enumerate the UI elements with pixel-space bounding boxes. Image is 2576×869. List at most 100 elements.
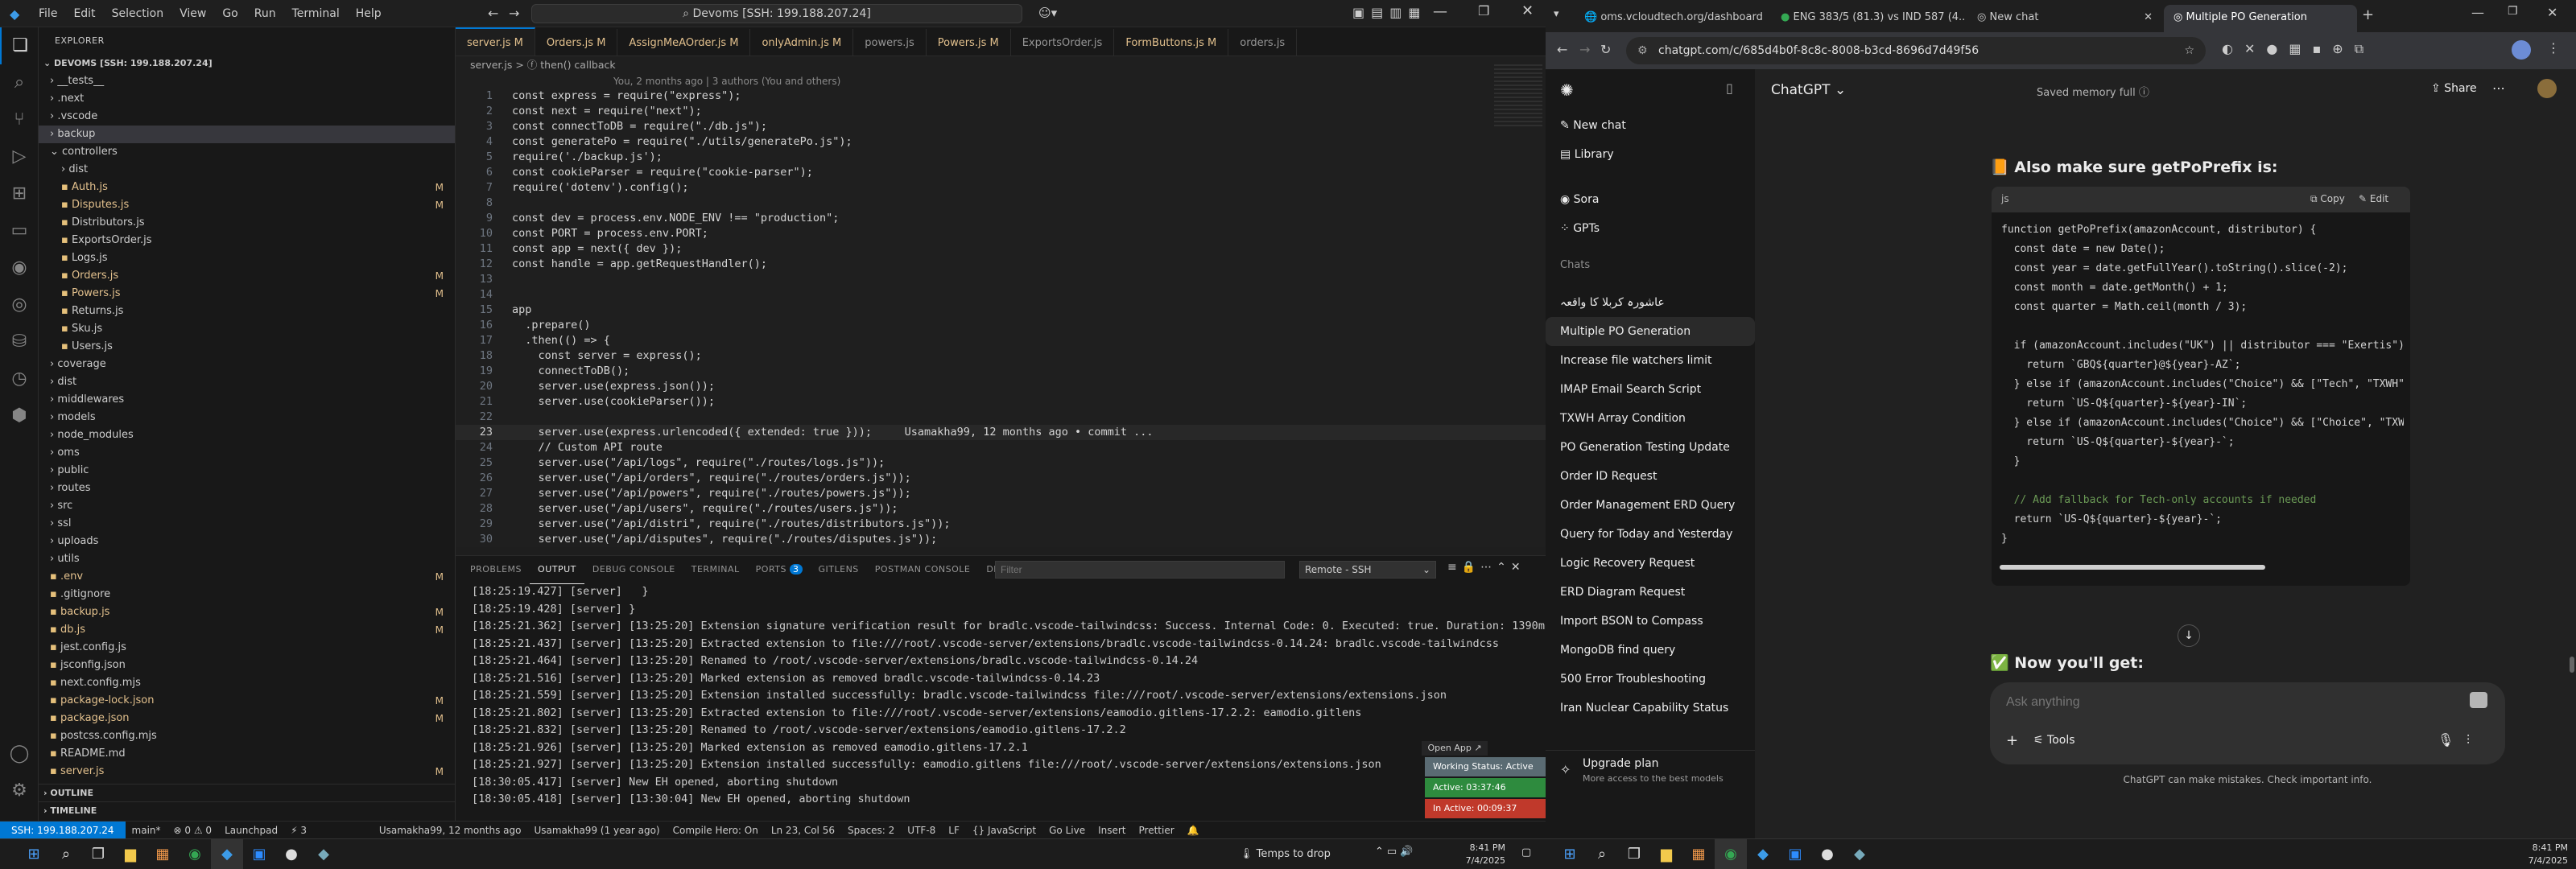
tray-icons[interactable]: ⌃▭🔊 [1375, 846, 1416, 858]
file-explorer-icon[interactable]: ▆ [114, 839, 147, 869]
problems-count[interactable]: ⊗ 0 ⚠ 0 [167, 822, 219, 838]
close-tab-icon[interactable]: ✕ [2144, 5, 2153, 31]
outline-section[interactable]: › OUTLINE [39, 784, 456, 801]
bookmark-star-icon[interactable]: ☆ [2184, 37, 2194, 64]
voice-mode-icon[interactable]: ⫶ [2467, 732, 2470, 748]
tree-item[interactable]: › coverage [39, 356, 455, 373]
chat-history-item[interactable]: Import BSON to Compass [1546, 607, 1755, 636]
upgrade-plan[interactable]: ✧ Upgrade plan More access to the best m… [1546, 750, 1755, 792]
tree-item[interactable]: ▪ server.js M [39, 763, 455, 780]
prompt-input[interactable] [2006, 692, 2425, 713]
tree-item[interactable]: ▪ Distributors.js [39, 214, 455, 232]
maximize-icon[interactable]: ❐ [2508, 5, 2518, 18]
clock[interactable]: 8:41 PM 7/4/2025 [1457, 842, 1505, 867]
zoom-icon[interactable]: ▣ [243, 839, 275, 869]
tab-gitlens[interactable]: GITLENS [811, 556, 867, 583]
copilot-icon[interactable]: ☺▾ [1038, 6, 1057, 20]
menu-edit[interactable]: Edit [65, 0, 103, 27]
model-selector[interactable]: ChatGPT ⌄ [1771, 82, 1846, 98]
tree-item[interactable]: ▪ Sku.js [39, 320, 455, 338]
extensions-icon[interactable]: ⊞ [0, 175, 39, 212]
menu-run[interactable]: Run [246, 0, 284, 27]
root-folder[interactable]: ⌄ DEVOMS [SSH: 199.188.207.24] [39, 55, 455, 72]
remote-indicator[interactable]: SSH: 199.188.207.24 [0, 822, 126, 838]
timeline-section[interactable]: › TIMELINE [39, 801, 456, 819]
panel-actions-icons[interactable]: ≡🔒⋯⌃✕ [1447, 561, 1525, 574]
tree-item[interactable]: ▪ Powers.js M [39, 285, 455, 303]
tab-problems[interactable]: PROBLEMS [462, 556, 530, 583]
vscode-taskbar-icon[interactable]: ◆ [211, 839, 243, 869]
vscode-taskbar-icon[interactable]: ◆ [1747, 839, 1779, 869]
minimize-icon[interactable]: — [2471, 5, 2484, 20]
windows-start-icon[interactable]: ⊞ [1554, 839, 1586, 869]
menu-selection[interactable]: Selection [104, 0, 172, 27]
ports-status[interactable]: ⚡ 3 [284, 822, 313, 838]
app-icon[interactable]: ● [1811, 839, 1843, 869]
forward-arrow-icon[interactable]: → [509, 6, 519, 21]
docker-icon[interactable]: ⬢ [0, 397, 39, 434]
windows-start-icon[interactable]: ⊞ [18, 839, 50, 869]
edit-button[interactable]: ✎ Edit [2359, 193, 2388, 204]
close-icon[interactable]: ✕ [1521, 2, 1534, 19]
layout-icons[interactable]: ▣▤▥▦ [1352, 5, 1426, 20]
sidebar-item-library[interactable]: ▤ Library [1546, 140, 1755, 169]
sidebar-item-gpts[interactable]: ⁘ GPTs [1546, 214, 1755, 243]
tree-item[interactable]: ▪ ExportsOrder.js [39, 232, 455, 249]
tree-item[interactable]: ▪ Returns.js [39, 303, 455, 320]
sidebar-toggle-icon[interactable]: ▯ [1726, 80, 1733, 96]
chrome-tab-cricket[interactable]: ● ENG 383/5 (81.3) vs IND 587 (4... [1771, 5, 1964, 32]
git-branch[interactable]: main* [126, 822, 167, 838]
breadcrumb[interactable]: server.js > ⓕ then() callback [456, 56, 1546, 74]
tree-item[interactable]: ▪ Orders.js M [39, 267, 455, 285]
store-icon[interactable]: ▦ [147, 839, 179, 869]
notifications-icon[interactable]: ▢ [1521, 846, 1531, 859]
remote-explorer-icon[interactable]: ▭ [0, 212, 39, 249]
menu-view[interactable]: View [171, 0, 214, 27]
tab-orders-js-2[interactable]: orders.js [1228, 29, 1298, 56]
tab-debug-console[interactable]: DEBUG CONSOLE [584, 556, 683, 583]
tree-item[interactable]: › utils [39, 550, 455, 568]
clock[interactable]: 8:41 PM 7/4/2025 [2512, 842, 2568, 867]
scroll-down-icon[interactable]: ↓ [2178, 624, 2200, 647]
user-avatar[interactable] [2537, 79, 2557, 98]
tab-orders-js[interactable]: Orders.js M [535, 29, 618, 56]
search-icon[interactable]: ⌕ [0, 64, 39, 101]
chat-history-item[interactable]: 500 Error Troubleshooting [1546, 665, 1755, 694]
tab-terminal[interactable]: TERMINAL [683, 556, 748, 583]
tab-ports[interactable]: PORTS 3 [748, 556, 811, 583]
search-icon[interactable]: ⌕ [1586, 839, 1618, 869]
tree-item[interactable]: › dist [39, 373, 455, 391]
chat-history-item[interactable]: MongoDB find query [1546, 636, 1755, 665]
insert-mode[interactable]: Insert [1092, 822, 1132, 838]
tree-item[interactable]: ▪ backup.js M [39, 603, 455, 621]
tree-item[interactable]: › __tests__ [39, 72, 455, 90]
blame-status[interactable]: Usamakha99, 12 months ago [373, 822, 528, 838]
weather-widget[interactable]: 🌡 Temps to drop [1240, 839, 1331, 869]
task-view-icon[interactable]: ❐ [82, 839, 114, 869]
tab-exportsorder-js[interactable]: ExportsOrder.js [1011, 29, 1115, 56]
chat-history-item[interactable]: Order ID Request [1546, 462, 1755, 491]
open-app-button[interactable]: Open App ↗ [1422, 741, 1488, 756]
address-bar[interactable]: ⚙ chatgpt.com/c/685d4b0f-8c8c-8008-b3cd-8… [1626, 37, 2206, 64]
reload-icon[interactable]: ↻ [1600, 42, 1611, 57]
menu-help[interactable]: Help [348, 0, 390, 27]
tree-item[interactable]: › uploads [39, 533, 455, 550]
compile-hero-status[interactable]: Compile Hero: On [667, 822, 765, 838]
tree-item[interactable]: ▪ Logs.js [39, 249, 455, 267]
extension-icons[interactable]: ◐✕●▦▪⊕⧉ [2222, 41, 2375, 57]
openai-logo-icon[interactable]: ✺ [1560, 80, 1574, 100]
tree-item[interactable]: ▪ package.json M [39, 710, 455, 727]
tab-postman-console[interactable]: POSTMAN CONSOLE [867, 556, 979, 583]
encoding[interactable]: UTF-8 [901, 822, 942, 838]
chrome-tab-new-chat[interactable]: ◎ New chat ✕ [1967, 5, 2161, 32]
output-channel-select[interactable]: Remote - SSH ⌄ [1299, 561, 1436, 579]
prettier-status[interactable]: Prettier [1133, 822, 1181, 838]
menu-go[interactable]: Go [214, 0, 246, 27]
tree-item[interactable]: › ssl [39, 515, 455, 533]
tree-item[interactable]: ▪ postcss.config.mjs [39, 727, 455, 745]
menu-file[interactable]: File [31, 0, 65, 27]
store-icon[interactable]: ▦ [1682, 839, 1715, 869]
command-center[interactable]: ⌕ Devoms [SSH: 199.188.207.24] [531, 4, 1022, 23]
tree-item[interactable]: ▪ Users.js [39, 338, 455, 356]
run-debug-icon[interactable]: ▷ [0, 138, 39, 175]
